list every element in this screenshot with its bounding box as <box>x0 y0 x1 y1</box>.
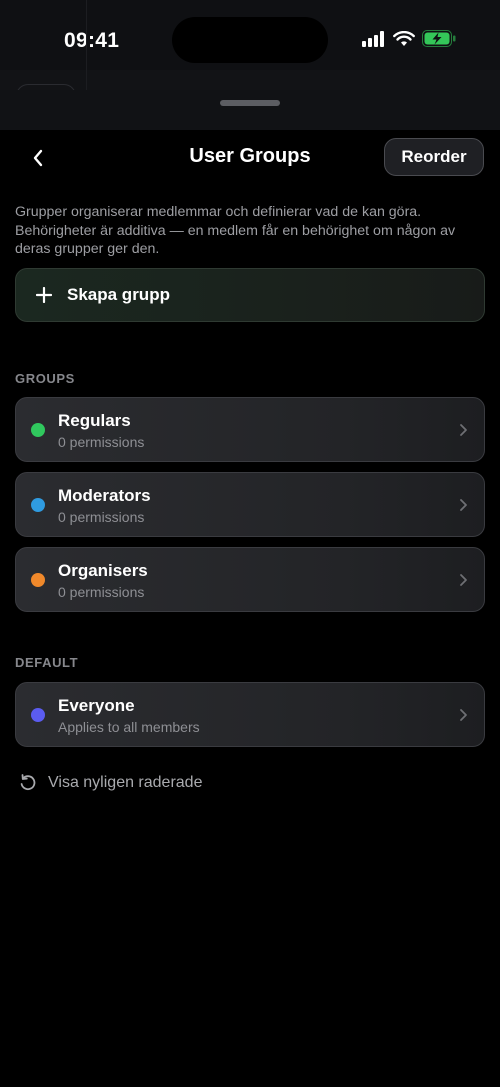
dynamic-island <box>172 17 328 63</box>
background-panel <box>0 0 87 90</box>
group-name: Everyone <box>58 696 135 715</box>
sheet-grabber[interactable] <box>220 100 280 106</box>
group-row-moderators[interactable]: Moderators 0 permissions <box>15 472 485 537</box>
description-text: Grupper organiserar medlemmar och defini… <box>15 204 456 257</box>
group-row-regulars[interactable]: Regulars 0 permissions <box>15 397 485 462</box>
group-color-dot <box>31 573 45 587</box>
section-label-default: DEFAULT <box>15 655 79 670</box>
battery-charging-icon <box>422 30 456 47</box>
group-color-dot <box>31 708 45 722</box>
create-group-label: Skapa grupp <box>67 285 170 304</box>
group-subtitle: Applies to all members <box>58 719 200 735</box>
chevron-right-icon <box>460 574 467 586</box>
group-permissions: 0 permissions <box>58 434 145 450</box>
group-permissions: 0 permissions <box>58 584 145 600</box>
create-group-button[interactable]: Skapa grupp <box>15 268 485 322</box>
reorder-button[interactable]: Reorder <box>384 138 484 176</box>
group-name: Organisers <box>58 561 148 580</box>
recently-deleted-link[interactable]: Visa nyligen raderade <box>18 773 202 793</box>
chevron-right-icon <box>460 709 467 721</box>
sheet-grabber-area[interactable] <box>0 90 500 130</box>
group-row-organisers[interactable]: Organisers 0 permissions <box>15 547 485 612</box>
signal-icon <box>362 30 384 47</box>
plus-icon <box>36 287 52 303</box>
section-label-groups: GROUPS <box>15 371 75 386</box>
restore-icon <box>20 774 36 791</box>
recently-deleted-label: Visa nyligen raderade <box>48 774 203 791</box>
chevron-right-icon <box>460 424 467 436</box>
group-name: Moderators <box>58 486 151 505</box>
group-color-dot <box>31 423 45 437</box>
group-row-everyone[interactable]: Everyone Applies to all members <box>15 682 485 747</box>
group-color-dot <box>31 498 45 512</box>
group-permissions: 0 permissions <box>58 509 145 525</box>
wifi-icon <box>393 30 415 46</box>
chevron-right-icon <box>460 499 467 511</box>
group-name: Regulars <box>58 411 131 430</box>
status-icons <box>362 30 456 47</box>
